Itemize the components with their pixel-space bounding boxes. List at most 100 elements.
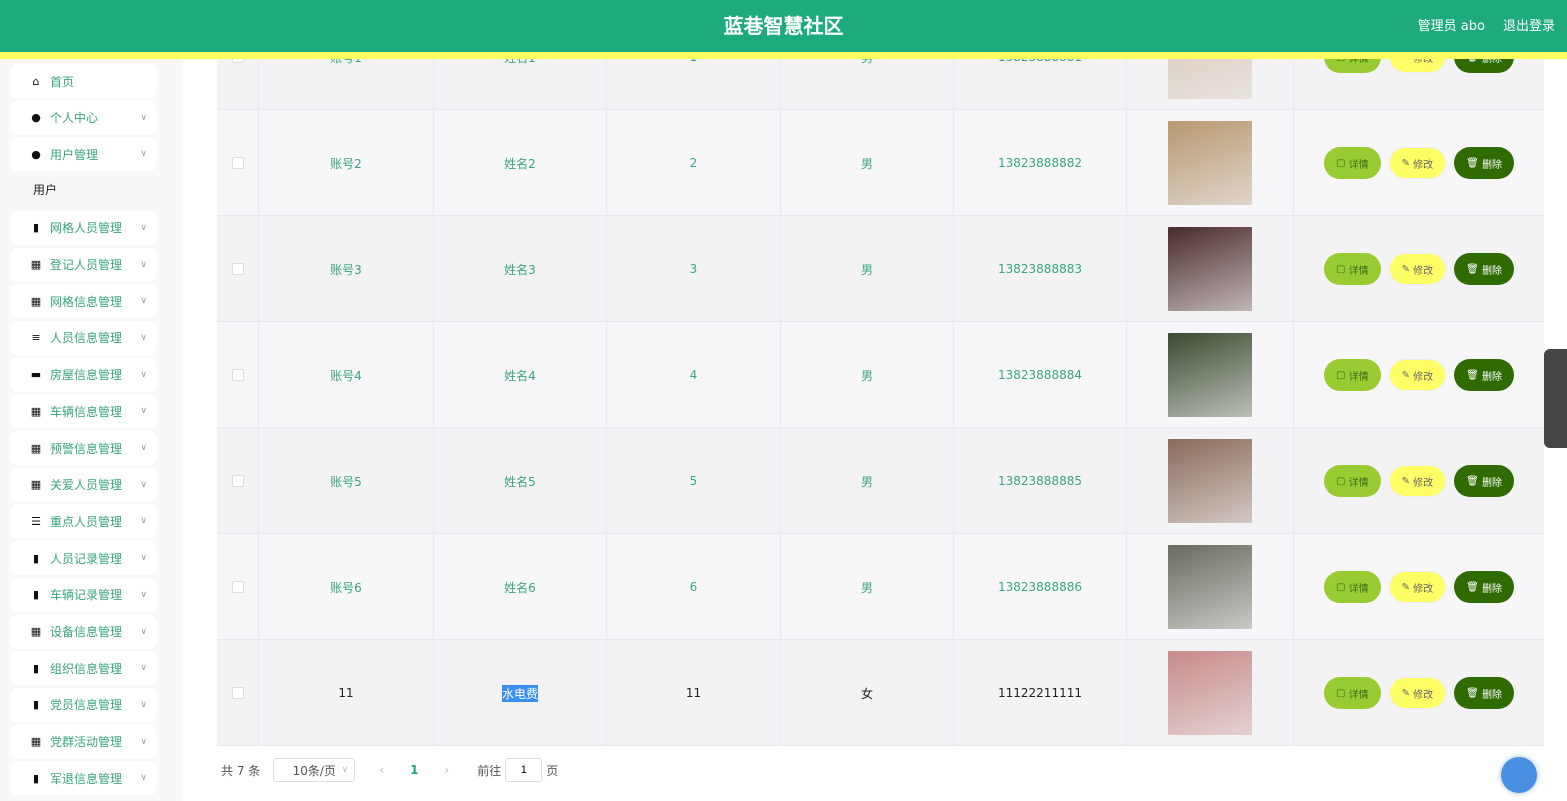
- sidebar-item-0[interactable]: ⌂ 首页: [10, 64, 157, 98]
- sidebar-item-10[interactable]: ▦ 关爱人员管理 ∨: [10, 467, 157, 502]
- chevron-down-icon: ∨: [140, 773, 147, 784]
- edit-label: 修改: [1413, 265, 1434, 277]
- sidebar-item-18[interactable]: ▮ 军退信息管理 ∨: [10, 761, 157, 796]
- trash-icon: 🗑: [1466, 157, 1483, 169]
- document-icon: ▢: [1335, 687, 1349, 699]
- edit-button[interactable]: ✎ 修改: [1388, 571, 1447, 603]
- sidebar-item-4[interactable]: ▦ 登记人员管理 ∨: [10, 247, 157, 282]
- trash-icon: 🗑: [1466, 475, 1483, 487]
- cell-name: 姓名3: [504, 262, 536, 277]
- edit-button[interactable]: ✎ 修改: [1388, 253, 1447, 285]
- goto-page-input[interactable]: [505, 758, 543, 782]
- detail-button[interactable]: ▢ 详情: [1323, 571, 1381, 603]
- cell-account: 账号3: [330, 262, 362, 277]
- detail-button[interactable]: ▢ 详情: [1323, 147, 1381, 179]
- sidebar-item-14[interactable]: ▦ 设备信息管理 ∨: [10, 614, 157, 649]
- edit-button[interactable]: ✎ 修改: [1388, 359, 1447, 391]
- delete-label: 删除: [1482, 159, 1503, 171]
- sidebar-item-11[interactable]: ☰ 重点人员管理 ∨: [10, 504, 157, 539]
- cell-phone: 13823888882: [998, 156, 1082, 170]
- cell-name: 姓名2: [504, 156, 536, 171]
- cell-name: 姓名6: [504, 580, 536, 595]
- clipboard-check-icon: ▮: [32, 661, 40, 675]
- edit-label: 修改: [1413, 159, 1434, 171]
- sidebar-item-label: 设备信息管理: [50, 625, 123, 639]
- cell-account: 账号5: [330, 474, 362, 489]
- edit-button[interactable]: ✎ 修改: [1388, 147, 1447, 179]
- row-checkbox[interactable]: [231, 369, 244, 381]
- cell-account: 账号2: [330, 156, 362, 171]
- detail-label: 详情: [1348, 689, 1369, 701]
- logout-link[interactable]: 退出登录: [1503, 19, 1555, 34]
- pencil-icon: ✎: [1401, 263, 1414, 275]
- sidebar-item-3[interactable]: ▮ 网格人员管理 ∨: [10, 210, 157, 245]
- table-row: 11 水电费 11 女 11122211111 ▢ 详情 ✎ 修改 🗑 删除: [217, 640, 1544, 746]
- sidebar-item-16[interactable]: ▮ 党员信息管理 ∨: [10, 687, 157, 722]
- chevron-down-icon: ∨: [140, 663, 147, 674]
- list-icon: ☰: [31, 514, 41, 528]
- delete-button[interactable]: 🗑 删除: [1454, 253, 1515, 285]
- chevron-down-icon: ∨: [140, 589, 147, 600]
- page-1[interactable]: 1: [410, 763, 418, 777]
- trash-icon: 🗑: [1466, 263, 1483, 275]
- user-photo: [1168, 439, 1252, 523]
- edit-label: 修改: [1413, 477, 1434, 489]
- sidebar-item-label: 房屋信息管理: [50, 368, 123, 383]
- delete-button[interactable]: 🗑 删除: [1454, 465, 1515, 497]
- edit-button[interactable]: ✎ 修改: [1388, 465, 1447, 497]
- cell-gender: 男: [860, 368, 873, 383]
- sidebar-item-2[interactable]: ● 用户管理 ∨: [10, 137, 157, 172]
- edit-label: 修改: [1413, 689, 1434, 701]
- sidebar-item-1[interactable]: ● 个人中心 ∨: [10, 100, 157, 135]
- delete-label: 删除: [1482, 583, 1503, 595]
- sidebar-item-13[interactable]: ▮ 车辆记录管理 ∨: [10, 577, 157, 612]
- delete-button[interactable]: 🗑 删除: [1454, 359, 1515, 391]
- pencil-icon: ✎: [1401, 157, 1414, 169]
- delete-button[interactable]: 🗑 删除: [1454, 571, 1515, 603]
- user-icon: ●: [31, 111, 41, 125]
- sidebar-subitem-users[interactable]: 用户: [33, 181, 57, 198]
- detail-button[interactable]: ▢ 详情: [1323, 677, 1381, 709]
- detail-button[interactable]: ▢ 详情: [1323, 465, 1381, 497]
- sidebar-item-6[interactable]: ≡ 人员信息管理 ∨: [10, 320, 157, 355]
- document-icon: ▢: [1335, 263, 1349, 275]
- cell-gender: 男: [860, 580, 873, 595]
- sidebar-item-label: 个人中心: [50, 111, 99, 126]
- side-drawer-handle[interactable]: [1544, 349, 1567, 448]
- cell-age: 5: [689, 474, 698, 488]
- delete-button[interactable]: 🗑 删除: [1454, 147, 1515, 179]
- sidebar-item-17[interactable]: ▦ 党群活动管理 ∨: [10, 724, 157, 759]
- wallet-icon: ▮: [32, 698, 40, 712]
- page-suffix: 页: [546, 763, 559, 778]
- sidebar-item-8[interactable]: ▦ 车辆信息管理 ∨: [10, 394, 157, 429]
- cell-phone: 13823888885: [998, 474, 1082, 488]
- sidebar-item-15[interactable]: ▮ 组织信息管理 ∨: [10, 651, 157, 686]
- sidebar-item-label: 人员信息管理: [50, 331, 123, 346]
- assistant-float-button[interactable]: [1501, 757, 1537, 793]
- cell-gender: 女: [860, 686, 873, 701]
- row-checkbox[interactable]: [231, 263, 244, 275]
- cell-gender: 男: [860, 156, 873, 171]
- detail-button[interactable]: ▢ 详情: [1323, 359, 1381, 391]
- edit-button[interactable]: ✎ 修改: [1388, 677, 1447, 709]
- row-checkbox[interactable]: [231, 581, 244, 593]
- trash-icon: 🗑: [1466, 581, 1483, 593]
- prev-page-button[interactable]: ‹: [379, 763, 384, 777]
- next-page-button[interactable]: ›: [444, 763, 449, 777]
- row-checkbox[interactable]: [231, 475, 244, 487]
- row-checkbox[interactable]: [231, 687, 244, 699]
- table-row: 账号3 姓名3 3 男 13823888883 ▢ 详情 ✎ 修改 🗑 删除: [217, 216, 1544, 322]
- detail-label: 详情: [1348, 265, 1369, 277]
- page-size-select[interactable]: 10条/页 ∨: [273, 758, 356, 782]
- sidebar-item-7[interactable]: ▬ 房屋信息管理 ∨: [10, 357, 157, 392]
- sidebar-item-9[interactable]: ▦ 预警信息管理 ∨: [10, 431, 157, 465]
- delete-button[interactable]: 🗑 删除: [1454, 677, 1515, 709]
- cell-age: 11: [685, 686, 702, 700]
- sidebar-item-label: 党员信息管理: [50, 698, 123, 713]
- row-checkbox[interactable]: [231, 157, 244, 169]
- document-icon: ▢: [1335, 369, 1349, 381]
- sidebar-item-12[interactable]: ▮ 人员记录管理 ∨: [10, 541, 157, 576]
- sidebar: ⌂ 首页 ● 个人中心 ∨ ● 用户管理 ∨ 用户 ▮ 网格人员管理 ∨ ▦ 登记人员管理 ∨ ▦ 网格信息管理…: [0, 59, 183, 801]
- detail-button[interactable]: ▢ 详情: [1323, 253, 1381, 285]
- sidebar-item-5[interactable]: ▦ 网格信息管理 ∨: [10, 284, 157, 319]
